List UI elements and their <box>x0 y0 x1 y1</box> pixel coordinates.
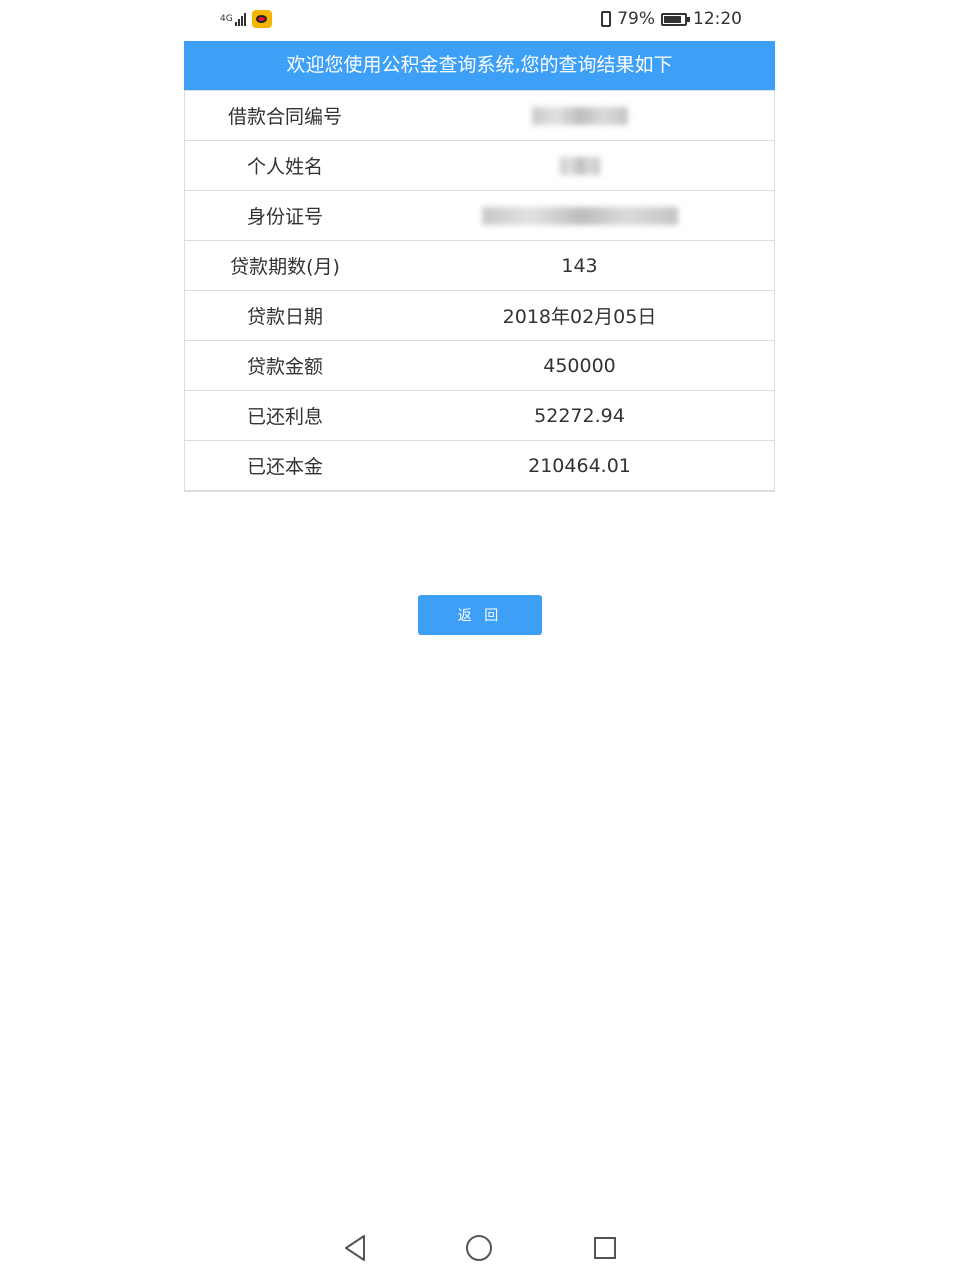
table-row: 贷款期数(月) 143 <box>184 240 775 291</box>
table-row: 贷款日期 2018年02月05日 <box>184 290 775 341</box>
row-label-loan-date: 贷款日期 <box>184 290 385 341</box>
back-icon[interactable] <box>343 1234 367 1262</box>
redacted-value <box>531 107 628 125</box>
row-label-interest-paid: 已还利息 <box>184 390 385 441</box>
android-nav-bar <box>0 1220 960 1280</box>
weibo-notification-icon <box>252 10 272 28</box>
row-label-id-number: 身份证号 <box>184 190 385 241</box>
row-value-principal-paid: 210464.01 <box>385 440 775 492</box>
return-button[interactable]: 返 回 <box>418 595 542 635</box>
signal-icon <box>235 12 246 26</box>
row-value-loan-term: 143 <box>385 240 775 291</box>
loan-info-table: 借款合同编号 个人姓名 身份证号 贷款期数(月) 143 贷款日期 2018年0… <box>184 90 775 492</box>
row-label-loan-amount: 贷款金额 <box>184 340 385 391</box>
network-type: 4G <box>220 14 233 24</box>
row-value-contract-number <box>385 90 775 141</box>
table-row: 贷款金额 450000 <box>184 340 775 391</box>
row-label-principal-paid: 已还本金 <box>184 440 385 492</box>
row-label-name: 个人姓名 <box>184 140 385 191</box>
redacted-value <box>559 157 600 175</box>
battery-percent: 79% <box>617 9 655 29</box>
home-icon[interactable] <box>466 1235 492 1261</box>
row-value-loan-amount: 450000 <box>385 340 775 391</box>
redacted-value <box>481 207 678 225</box>
row-value-id-number <box>385 190 775 241</box>
status-bar: 4G 79% 12:20 <box>0 0 960 40</box>
recent-apps-icon[interactable] <box>594 1237 616 1259</box>
row-value-interest-paid: 52272.94 <box>385 390 775 441</box>
table-row: 已还本金 210464.01 <box>184 440 775 492</box>
status-right: 79% 12:20 <box>601 9 742 29</box>
clock: 12:20 <box>693 9 742 29</box>
table-row: 借款合同编号 <box>184 90 775 141</box>
battery-icon <box>661 12 690 26</box>
table-row: 个人姓名 <box>184 140 775 191</box>
vibrate-icon <box>601 11 612 27</box>
row-label-loan-term: 贷款期数(月) <box>184 240 385 291</box>
status-left: 4G <box>220 10 272 28</box>
row-value-loan-date: 2018年02月05日 <box>385 290 775 341</box>
row-label-contract-number: 借款合同编号 <box>184 90 385 141</box>
table-row: 身份证号 <box>184 190 775 241</box>
page-header: 欢迎您使用公积金查询系统,您的查询结果如下 <box>184 41 775 90</box>
row-value-name <box>385 140 775 191</box>
table-row: 已还利息 52272.94 <box>184 390 775 441</box>
